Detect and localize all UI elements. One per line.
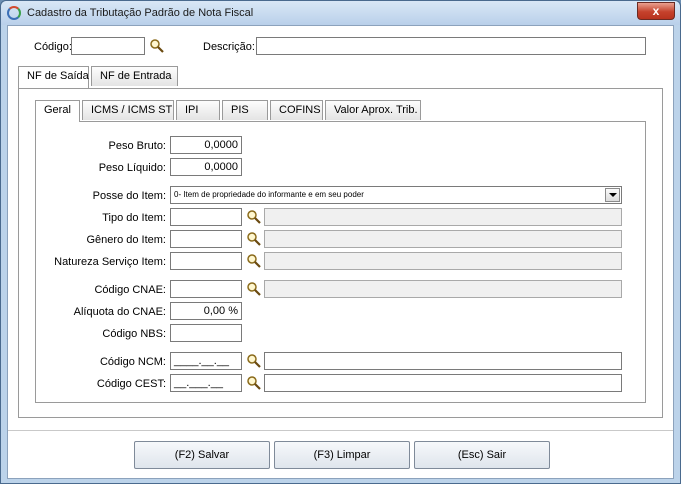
tab-geral[interactable]: Geral [35, 100, 80, 122]
peso-liquido-input[interactable]: 0,0000 [170, 158, 242, 176]
tab-cofins[interactable]: COFINS [270, 100, 323, 120]
genero-label: Gênero do Item: [86, 234, 167, 246]
descricao-input[interactable] [256, 37, 646, 55]
cnae-label: Código CNAE: [94, 284, 166, 296]
natureza-input[interactable] [170, 252, 242, 270]
descricao-label: Descrição: [203, 41, 255, 53]
natureza-description [264, 252, 622, 270]
title-bar: Cadastro da Tributação Padrão de Nota Fi… [1, 1, 680, 25]
geral-panel: Peso Bruto: 0,0000 Peso Líquido: 0,0000 … [35, 121, 646, 403]
chevron-down-icon[interactable] [605, 188, 620, 202]
cnae-description [264, 280, 622, 298]
tab-nf-entrada[interactable]: NF de Entrada [91, 66, 178, 86]
window: Cadastro da Tributação Padrão de Nota Fi… [0, 0, 681, 484]
posse-select[interactable]: 0- Item de propriedade do informante e e… [170, 186, 622, 204]
tipo-label: Tipo do Item: [102, 212, 166, 224]
genero-input[interactable] [170, 230, 242, 248]
tipo-description [264, 208, 622, 226]
nbs-label: Código NBS: [102, 328, 166, 340]
posse-label: Posse do Item: [92, 190, 166, 202]
peso-bruto-label: Peso Bruto: [108, 140, 166, 152]
cest-search-icon[interactable] [246, 375, 262, 391]
tipo-input[interactable] [170, 208, 242, 226]
codigo-search-icon[interactable] [149, 38, 165, 54]
form-body: Código: Descrição: NF de Saída NF de Ent… [7, 25, 674, 479]
save-button[interactable]: (F2) Salvar [134, 441, 270, 469]
nf-saida-panel: Geral ICMS / ICMS ST IPI PIS COFINS Valo… [18, 88, 663, 418]
close-button[interactable]: x [637, 2, 675, 20]
posse-selected-value: 0- Item de propriedade do informante e e… [174, 190, 364, 199]
tipo-search-icon[interactable] [246, 209, 262, 225]
genero-description [264, 230, 622, 248]
clear-button[interactable]: (F3) Limpar [274, 441, 410, 469]
nbs-input[interactable] [170, 324, 242, 342]
tab-pis[interactable]: PIS [222, 100, 268, 120]
ncm-description[interactable] [264, 352, 622, 370]
cest-description[interactable] [264, 374, 622, 392]
genero-search-icon[interactable] [246, 231, 262, 247]
ncm-input[interactable]: ____.__.__ [170, 352, 242, 370]
cnae-search-icon[interactable] [246, 281, 262, 297]
natureza-search-icon[interactable] [246, 253, 262, 269]
window-title: Cadastro da Tributação Padrão de Nota Fi… [27, 7, 254, 19]
natureza-label: Natureza Serviço Item: [54, 256, 166, 268]
tab-icms[interactable]: ICMS / ICMS ST [82, 100, 174, 120]
cest-label: Código CEST: [96, 378, 166, 390]
divider [8, 430, 673, 431]
app-icon [7, 6, 21, 20]
peso-liquido-label: Peso Líquido: [98, 162, 166, 174]
aliquota-label: Alíquota do CNAE: [73, 306, 166, 318]
exit-button[interactable]: (Esc) Sair [414, 441, 550, 469]
cest-input[interactable]: __.___.__ [170, 374, 242, 392]
ncm-label: Código NCM: [99, 356, 166, 368]
cnae-input[interactable] [170, 280, 242, 298]
tab-ipi[interactable]: IPI [176, 100, 220, 120]
tab-nf-saida[interactable]: NF de Saída [18, 66, 89, 88]
aliquota-input[interactable]: 0,00 % [170, 302, 242, 320]
tab-valor-aprox[interactable]: Valor Aprox. Trib. [325, 100, 421, 120]
codigo-label: Código: [34, 41, 72, 53]
peso-bruto-input[interactable]: 0,0000 [170, 136, 242, 154]
codigo-input[interactable] [71, 37, 145, 55]
ncm-search-icon[interactable] [246, 353, 262, 369]
